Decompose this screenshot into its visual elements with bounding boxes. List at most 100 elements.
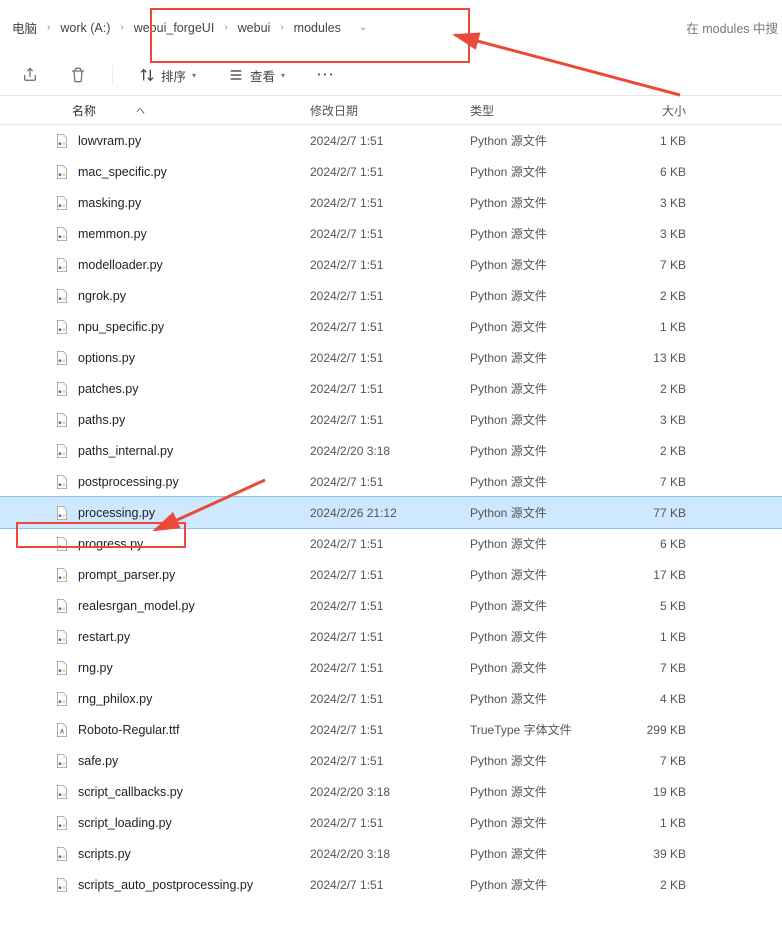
file-row[interactable]: progress.py2024/2/7 1:51Python 源文件6 KB <box>0 528 782 559</box>
file-name: lowvram.py <box>78 134 141 148</box>
file-date: 2024/2/7 1:51 <box>310 134 450 148</box>
file-type: Python 源文件 <box>470 442 600 459</box>
file-row[interactable]: scripts.py2024/2/20 3:18Python 源文件39 KB <box>0 838 782 869</box>
column-header-name[interactable]: 名称 ヘ <box>20 102 290 119</box>
breadcrumb-item[interactable]: webui_forgeUI <box>126 21 223 35</box>
search-input[interactable]: 在 modules 中搜 <box>686 18 778 37</box>
file-row[interactable]: restart.py2024/2/7 1:51Python 源文件1 KB <box>0 621 782 652</box>
file-date: 2024/2/7 1:51 <box>310 351 450 365</box>
file-row[interactable]: processing.py2024/2/26 21:12Python 源文件77… <box>0 497 782 528</box>
font-file-icon: A <box>54 722 70 738</box>
file-row[interactable]: script_callbacks.py2024/2/20 3:18Python … <box>0 776 782 807</box>
file-size: 1 KB <box>620 134 690 148</box>
share-icon <box>22 67 38 83</box>
file-type: Python 源文件 <box>470 845 600 862</box>
file-date: 2024/2/7 1:51 <box>310 196 450 210</box>
chevron-right-icon: › <box>278 22 285 33</box>
python-file-icon <box>54 474 70 490</box>
file-row[interactable]: mac_specific.py2024/2/7 1:51Python 源文件6 … <box>0 156 782 187</box>
file-size: 7 KB <box>620 475 690 489</box>
file-size: 77 KB <box>620 506 690 520</box>
file-row[interactable]: rng.py2024/2/7 1:51Python 源文件7 KB <box>0 652 782 683</box>
file-name: ngrok.py <box>78 289 126 303</box>
file-name: processing.py <box>78 506 155 520</box>
python-file-icon <box>54 443 70 459</box>
file-type: Python 源文件 <box>470 318 600 335</box>
chevron-right-icon: › <box>118 22 125 33</box>
python-file-icon <box>54 226 70 242</box>
chevron-down-icon[interactable]: ⌄ <box>357 22 369 33</box>
file-row[interactable]: realesrgan_model.py2024/2/7 1:51Python 源… <box>0 590 782 621</box>
column-header-date[interactable]: 修改日期 <box>310 102 450 119</box>
file-list: lowvram.py 2024/2/7 1:51 Python 源文件 1 KB mac… <box>0 125 782 900</box>
file-size: 5 KB <box>620 599 690 613</box>
file-name: npu_specific.py <box>78 320 164 334</box>
file-size: 19 KB <box>620 785 690 799</box>
file-size: 3 KB <box>620 196 690 210</box>
file-date: 2024/2/7 1:51 <box>310 537 450 551</box>
sort-indicator-icon: ヘ <box>136 104 145 117</box>
file-type: Python 源文件 <box>470 349 600 366</box>
file-type: Python 源文件 <box>470 628 600 645</box>
file-row[interactable]: modelloader.py2024/2/7 1:51Python 源文件7 K… <box>0 249 782 280</box>
file-type: Python 源文件 <box>470 256 600 273</box>
file-size: 7 KB <box>620 754 690 768</box>
file-row[interactable]: postprocessing.py2024/2/7 1:51Python 源文件… <box>0 466 782 497</box>
file-date: 2024/2/7 1:51 <box>310 413 450 427</box>
trash-icon <box>70 67 86 83</box>
file-row[interactable]: patches.py2024/2/7 1:51Python 源文件2 KB <box>0 373 782 404</box>
file-date: 2024/2/7 1:51 <box>310 320 450 334</box>
column-header-type[interactable]: 类型 <box>470 102 600 119</box>
breadcrumb-item[interactable]: modules <box>286 21 349 35</box>
file-row[interactable]: safe.py2024/2/7 1:51Python 源文件7 KB <box>0 745 782 776</box>
python-file-icon <box>54 846 70 862</box>
file-row[interactable]: ARoboto-Regular.ttf2024/2/7 1:51TrueType… <box>0 714 782 745</box>
chevron-down-icon: ▾ <box>281 71 285 80</box>
sort-label: 排序 <box>161 66 186 85</box>
file-row[interactable]: paths_internal.py2024/2/20 3:18Python 源文… <box>0 435 782 466</box>
breadcrumb-item[interactable]: work (A:) <box>52 21 118 35</box>
file-row[interactable]: options.py2024/2/7 1:51Python 源文件13 KB <box>0 342 782 373</box>
file-type: Python 源文件 <box>470 132 600 149</box>
file-size: 1 KB <box>620 320 690 334</box>
share-button[interactable] <box>14 63 46 87</box>
file-row[interactable]: rng_philox.py2024/2/7 1:51Python 源文件4 KB <box>0 683 782 714</box>
file-name: scripts.py <box>78 847 131 861</box>
file-row[interactable]: scripts_auto_postprocessing.py2024/2/7 1… <box>0 869 782 900</box>
python-file-icon <box>54 660 70 676</box>
file-size: 7 KB <box>620 258 690 272</box>
file-type: Python 源文件 <box>470 597 600 614</box>
breadcrumb: 电脑›work (A:)›webui_forgeUI›webui›modules… <box>4 0 369 55</box>
sort-button[interactable]: 排序 ▾ <box>131 62 204 89</box>
file-name: safe.py <box>78 754 118 768</box>
file-row[interactable]: memmon.py2024/2/7 1:51Python 源文件3 KB <box>0 218 782 249</box>
python-file-icon <box>54 195 70 211</box>
python-file-icon <box>54 288 70 304</box>
file-type: Python 源文件 <box>470 814 600 831</box>
file-name: realesrgan_model.py <box>78 599 195 613</box>
breadcrumb-item[interactable]: 电脑 <box>4 18 45 37</box>
breadcrumb-item[interactable]: webui <box>230 21 279 35</box>
python-file-icon <box>54 350 70 366</box>
file-date: 2024/2/7 1:51 <box>310 568 450 582</box>
file-row[interactable]: lowvram.py 2024/2/7 1:51 Python 源文件 1 KB <box>0 125 782 156</box>
column-header-size[interactable]: 大小 <box>620 102 690 119</box>
python-file-icon <box>54 691 70 707</box>
file-type: Python 源文件 <box>470 225 600 242</box>
file-row[interactable]: ngrok.py2024/2/7 1:51Python 源文件2 KB <box>0 280 782 311</box>
file-row[interactable]: prompt_parser.py2024/2/7 1:51Python 源文件1… <box>0 559 782 590</box>
file-type: Python 源文件 <box>470 194 600 211</box>
delete-button[interactable] <box>62 63 94 87</box>
file-type: Python 源文件 <box>470 535 600 552</box>
python-file-icon <box>54 567 70 583</box>
file-row[interactable]: paths.py2024/2/7 1:51Python 源文件3 KB <box>0 404 782 435</box>
file-size: 4 KB <box>620 692 690 706</box>
view-button[interactable]: 查看 ▾ <box>220 62 293 89</box>
file-name: rng.py <box>78 661 113 675</box>
chevron-right-icon: › <box>45 22 52 33</box>
more-button[interactable]: ··· <box>309 64 344 86</box>
file-row[interactable]: script_loading.py2024/2/7 1:51Python 源文件… <box>0 807 782 838</box>
file-row[interactable]: npu_specific.py 2024/2/7 1:51 Python 源文件 1 … <box>0 311 782 342</box>
file-row[interactable]: masking.py2024/2/7 1:51Python 源文件3 KB <box>0 187 782 218</box>
file-date: 2024/2/7 1:51 <box>310 258 450 272</box>
